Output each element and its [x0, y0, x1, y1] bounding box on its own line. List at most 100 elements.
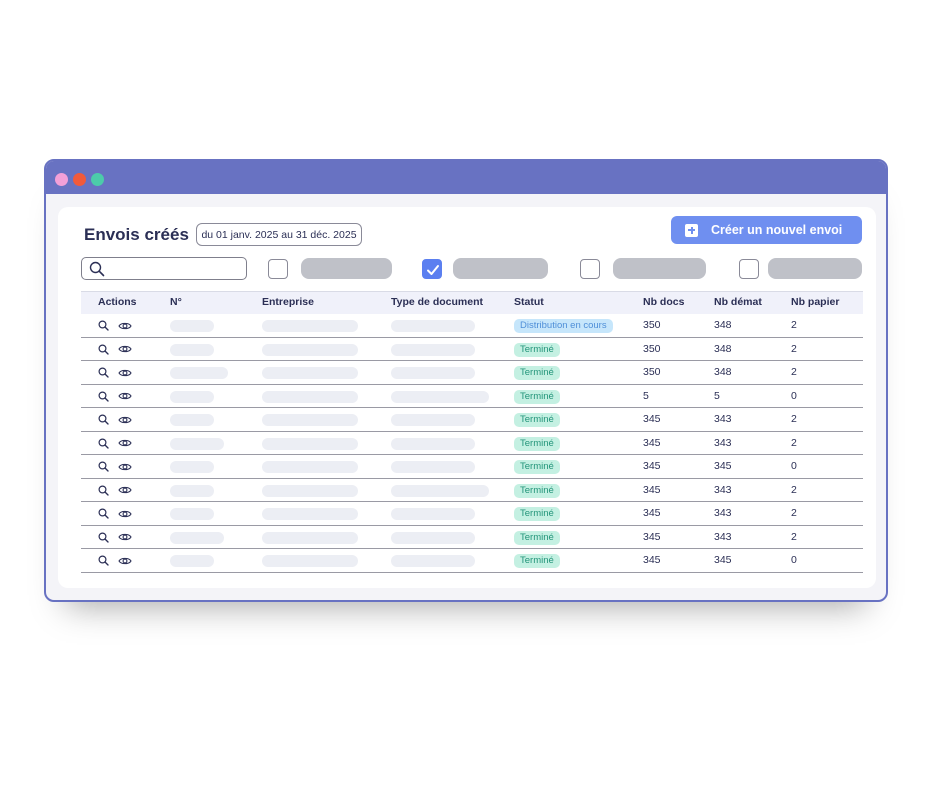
company-placeholder — [262, 555, 358, 567]
number-placeholder — [170, 390, 214, 403]
filter-checkbox-4[interactable] — [739, 259, 759, 279]
doctype-placeholder — [391, 555, 475, 567]
search-input[interactable] — [81, 257, 247, 280]
status-badge: Terminé — [514, 342, 560, 357]
doctype-placeholder — [391, 367, 475, 379]
nb-demat: 345 — [714, 460, 732, 472]
column-header[interactable]: Actions — [98, 296, 137, 308]
eye-icon[interactable] — [118, 344, 132, 354]
nb-docs: 5 — [643, 389, 649, 402]
column-header[interactable]: Nb docs — [643, 296, 684, 308]
doctype-placeholder — [391, 414, 475, 426]
doctype-placeholder — [391, 390, 489, 403]
row-actions — [98, 555, 132, 566]
nb-papier: 2 — [791, 436, 797, 449]
table-row[interactable]: Terminé 350 348 2 — [81, 361, 863, 385]
table-header: Actions N° Entreprise Type de document Statu… — [81, 291, 863, 314]
table-row[interactable]: Terminé 345 345 0 — [81, 549, 863, 573]
column-header[interactable]: Nb démat — [714, 296, 762, 308]
row-actions — [98, 437, 132, 449]
number-placeholder — [170, 414, 214, 426]
status-badge: Terminé — [514, 507, 560, 521]
eye-icon[interactable] — [118, 391, 132, 401]
table-row[interactable]: Terminé 345 343 2 — [81, 526, 863, 549]
filter-checkbox-3[interactable] — [580, 259, 600, 279]
number-placeholder — [170, 343, 214, 356]
column-header[interactable]: Nb papier — [791, 296, 839, 308]
zoom-icon[interactable] — [98, 508, 109, 519]
nb-docs: 350 — [643, 319, 661, 331]
doctype-placeholder — [391, 531, 475, 544]
check-icon — [427, 265, 439, 275]
plus-icon — [685, 223, 698, 237]
filter-option-2[interactable] — [453, 258, 548, 279]
nb-demat: 343 — [714, 436, 732, 449]
nb-papier: 0 — [791, 460, 797, 472]
company-placeholder — [262, 414, 358, 426]
doctype-placeholder — [391, 320, 475, 332]
table-row[interactable]: Terminé 345 343 2 — [81, 502, 863, 526]
eye-icon[interactable] — [118, 462, 132, 472]
window-dot-red[interactable] — [73, 173, 86, 186]
company-placeholder — [262, 390, 358, 403]
app-window: Envois créés du 01 janv. 2025 au 31 déc.… — [44, 159, 888, 602]
eye-icon[interactable] — [118, 532, 132, 542]
column-header[interactable]: Type de document — [391, 296, 483, 308]
table-row[interactable]: Terminé 350 348 2 — [81, 338, 863, 361]
table-row[interactable]: Terminé 345 345 0 — [81, 455, 863, 479]
table-row[interactable]: Terminé 345 343 2 — [81, 479, 863, 502]
table-row[interactable]: Distribution en cours 350 348 2 — [81, 314, 863, 338]
filter-checkbox-2[interactable] — [422, 259, 442, 279]
zoom-icon[interactable] — [98, 414, 109, 425]
row-actions — [98, 531, 132, 543]
zoom-icon[interactable] — [98, 367, 109, 378]
nb-papier: 2 — [791, 530, 797, 543]
zoom-icon[interactable] — [98, 437, 109, 449]
eye-icon[interactable] — [118, 485, 132, 495]
row-actions — [98, 320, 132, 331]
nb-docs: 345 — [643, 436, 661, 449]
status-badge: Terminé — [514, 413, 560, 427]
column-header[interactable]: Statut — [514, 296, 544, 308]
zoom-icon[interactable] — [98, 531, 109, 543]
zoom-icon[interactable] — [98, 320, 109, 331]
zoom-icon[interactable] — [98, 390, 109, 402]
eye-icon[interactable] — [118, 438, 132, 448]
create-shipment-button[interactable]: Créer un nouvel envoi — [671, 216, 862, 244]
status-badge: Terminé — [514, 460, 560, 474]
zoom-icon[interactable] — [98, 555, 109, 566]
filter-option-4[interactable] — [768, 258, 862, 279]
nb-demat: 343 — [714, 413, 732, 425]
nb-demat: 5 — [714, 389, 720, 402]
filter-option-1[interactable] — [301, 258, 392, 279]
eye-icon[interactable] — [118, 556, 132, 566]
doctype-placeholder — [391, 484, 489, 497]
column-header[interactable]: N° — [170, 296, 182, 308]
zoom-icon[interactable] — [98, 343, 109, 355]
eye-icon[interactable] — [118, 509, 132, 519]
filter-option-3[interactable] — [613, 258, 706, 279]
table-row[interactable]: Terminé 345 343 2 — [81, 432, 863, 455]
window-dot-green[interactable] — [91, 173, 104, 186]
nb-docs: 350 — [643, 342, 661, 355]
eye-icon[interactable] — [118, 321, 132, 331]
zoom-icon[interactable] — [98, 461, 109, 472]
eye-icon[interactable] — [118, 415, 132, 425]
company-placeholder — [262, 320, 358, 332]
nb-papier: 2 — [791, 319, 797, 331]
table-row[interactable]: Terminé 345 343 2 — [81, 408, 863, 432]
status-badge: Terminé — [514, 483, 560, 498]
eye-icon[interactable] — [118, 368, 132, 378]
window-dot-pink[interactable] — [55, 173, 68, 186]
status-badge: Distribution en cours — [514, 319, 613, 333]
nb-docs: 350 — [643, 366, 661, 378]
table-row[interactable]: Terminé 5 5 0 — [81, 385, 863, 408]
nb-papier: 0 — [791, 554, 797, 566]
column-header[interactable]: Entreprise — [262, 296, 314, 308]
zoom-icon[interactable] — [98, 484, 109, 496]
date-range-filter[interactable]: du 01 janv. 2025 au 31 déc. 2025 — [196, 223, 362, 246]
number-placeholder — [170, 320, 214, 332]
company-placeholder — [262, 343, 358, 356]
filter-checkbox-1[interactable] — [268, 259, 288, 279]
number-placeholder — [170, 437, 224, 450]
